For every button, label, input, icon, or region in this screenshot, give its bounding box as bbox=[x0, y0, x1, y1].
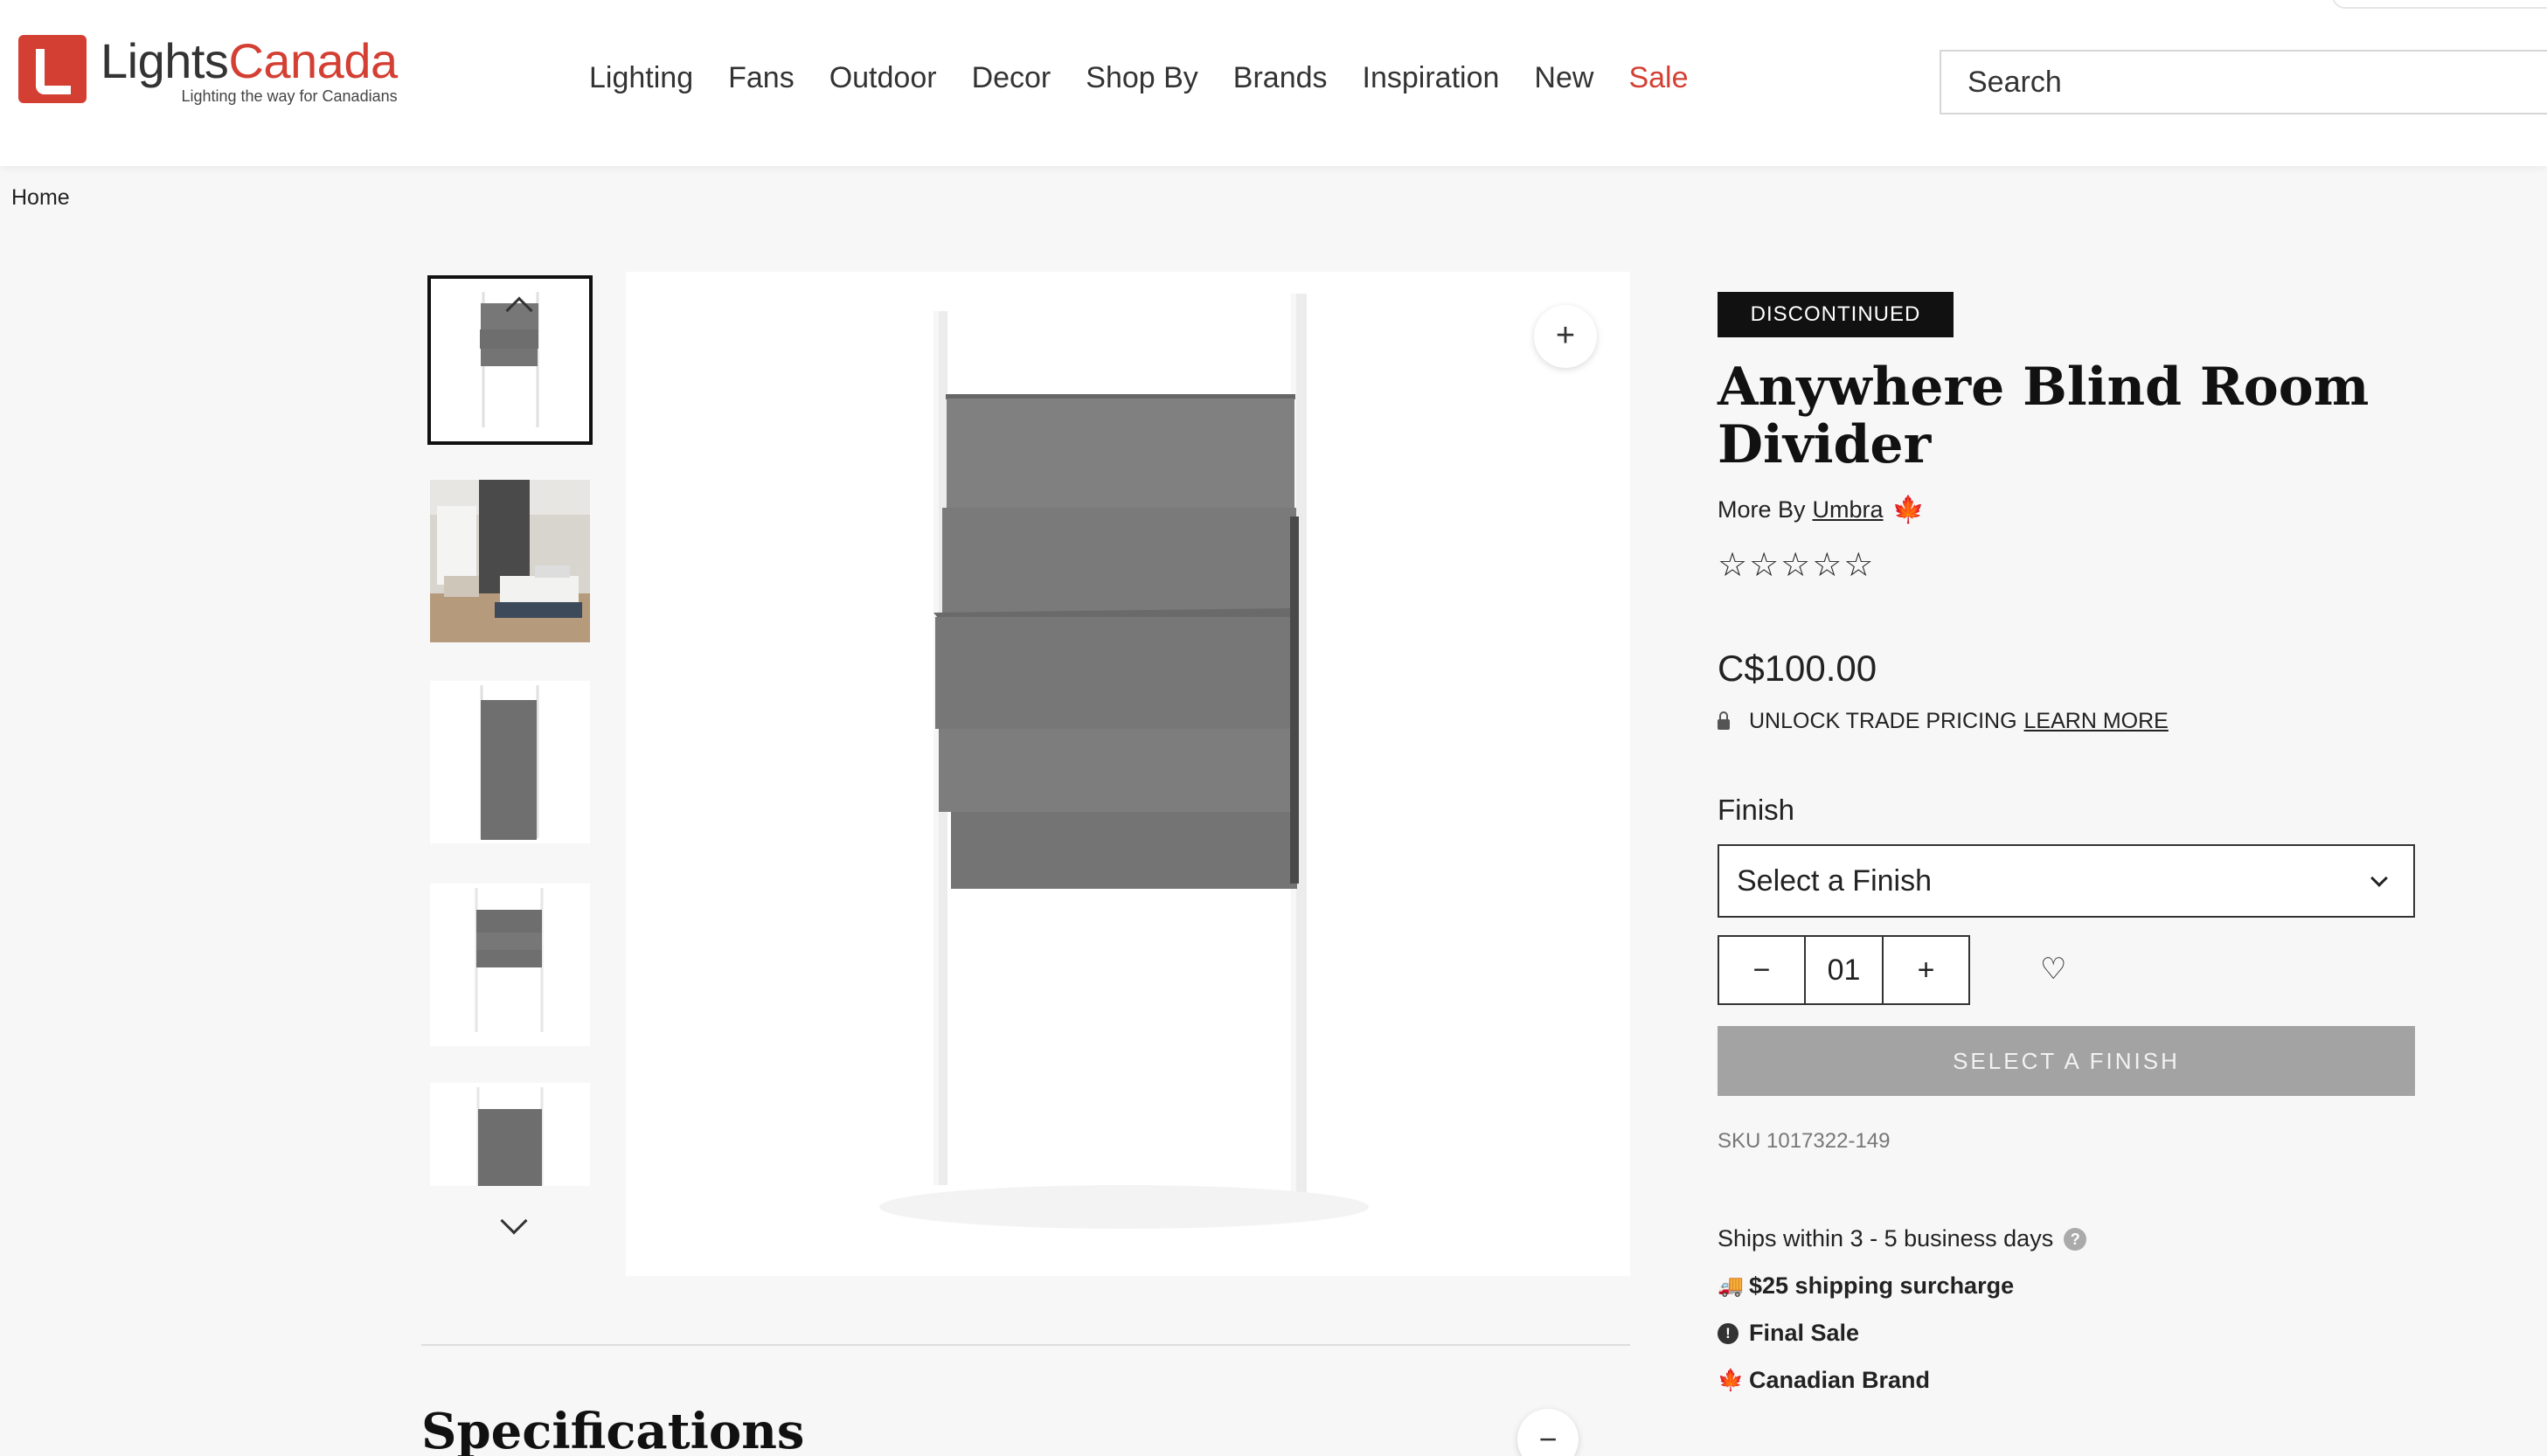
thumbnail-4[interactable] bbox=[430, 884, 590, 1046]
product-price: C$100.00 bbox=[1718, 648, 1877, 689]
nav-item-sale[interactable]: Sale bbox=[1628, 61, 1688, 95]
brand-line: More By Umbra 🍁 bbox=[1718, 495, 1925, 525]
maple-leaf-icon: 🍁 bbox=[1891, 496, 1925, 524]
shipping-time-text: Ships within 3 - 5 business days bbox=[1718, 1225, 2054, 1251]
thumbnail-2-image bbox=[430, 480, 590, 642]
specifications-heading: Specifications bbox=[421, 1403, 805, 1456]
shipping-surcharge: 🚚 $25 shipping surcharge bbox=[1718, 1272, 2014, 1300]
main-product-image[interactable] bbox=[626, 272, 1630, 1276]
thumbnail-3-image bbox=[430, 681, 590, 843]
final-sale-notice: ! Final Sale bbox=[1718, 1320, 1859, 1347]
shipping-time: Ships within 3 - 5 business days ? bbox=[1718, 1225, 2087, 1252]
zoom-button[interactable]: + bbox=[1534, 305, 1597, 368]
main-nav: Lighting Fans Outdoor Decor Shop By Bran… bbox=[589, 61, 1689, 95]
quantity-increase-button[interactable]: + bbox=[1884, 937, 1968, 1003]
truck-icon: 🚚 bbox=[1718, 1274, 1744, 1298]
lock-icon bbox=[1718, 711, 1730, 730]
shipping-surcharge-text: $25 shipping surcharge bbox=[1749, 1272, 2015, 1299]
wishlist-heart-icon[interactable]: ♡ bbox=[2040, 954, 2070, 984]
nav-item-brands[interactable]: Brands bbox=[1233, 61, 1328, 95]
nav-item-new[interactable]: New bbox=[1534, 61, 1593, 95]
status-badge: DISCONTINUED bbox=[1718, 292, 1954, 337]
chevron-down-icon bbox=[2370, 870, 2388, 887]
quantity-input[interactable]: 01 bbox=[1804, 937, 1884, 1003]
logo-name-part1: Lights bbox=[101, 33, 229, 88]
nav-item-inspiration[interactable]: Inspiration bbox=[1363, 61, 1500, 95]
nav-item-outdoor[interactable]: Outdoor bbox=[829, 61, 937, 95]
rating-stars[interactable]: ☆☆☆☆☆ bbox=[1718, 545, 1875, 585]
logo-name: LightsCanada bbox=[101, 35, 398, 87]
nav-item-fans[interactable]: Fans bbox=[728, 61, 795, 95]
product-sku: SKU 1017322-149 bbox=[1718, 1129, 1891, 1153]
help-icon[interactable]: ? bbox=[2064, 1227, 2087, 1251]
thumbnail-1[interactable] bbox=[427, 275, 593, 445]
finish-select-value: Select a Finish bbox=[1737, 864, 1932, 898]
product-title: Anywhere Blind Room Divider bbox=[1718, 357, 2370, 475]
search-input[interactable]: Search bbox=[1940, 50, 2547, 114]
canadian-brand-notice: 🍁 Canadian Brand bbox=[1718, 1367, 1930, 1394]
breadcrumb-home[interactable]: Home bbox=[11, 185, 70, 211]
trade-pricing-line: UNLOCK TRADE PRICING LEARN MORE bbox=[1718, 709, 2169, 734]
logo-mark-icon bbox=[18, 35, 87, 103]
quantity-decrease-button[interactable]: − bbox=[1719, 937, 1804, 1003]
thumbnail-scroll-down-icon[interactable] bbox=[500, 1207, 528, 1235]
more-by-label: More By bbox=[1718, 496, 1806, 523]
browser-edge bbox=[2332, 0, 2547, 9]
thumbnail-5[interactable] bbox=[430, 1083, 590, 1186]
specifications-collapse-button[interactable]: − bbox=[1517, 1409, 1579, 1456]
logo-text: LightsCanada Lighting the way for Canadi… bbox=[101, 35, 398, 106]
alert-icon: ! bbox=[1718, 1322, 1738, 1344]
learn-more-link[interactable]: LEARN MORE bbox=[2024, 709, 2169, 734]
nav-item-lighting[interactable]: Lighting bbox=[589, 61, 693, 95]
finish-select[interactable]: Select a Finish bbox=[1718, 844, 2415, 918]
quantity-stepper: − 01 + bbox=[1718, 935, 1970, 1005]
brand-link[interactable]: Umbra bbox=[1813, 496, 1884, 523]
site-logo[interactable]: LightsCanada Lighting the way for Canadi… bbox=[18, 35, 398, 106]
trade-pricing-label: UNLOCK TRADE PRICING bbox=[1749, 709, 2017, 733]
section-divider bbox=[421, 1344, 1630, 1346]
thumbnail-2[interactable] bbox=[430, 480, 590, 642]
thumbnail-5-image bbox=[430, 1083, 590, 1186]
final-sale-text: Final Sale bbox=[1749, 1320, 1860, 1346]
product-photo bbox=[626, 272, 1630, 1276]
thumbnail-3[interactable] bbox=[430, 681, 590, 843]
thumbnail-4-image bbox=[430, 884, 590, 1046]
site-header: LightsCanada Lighting the way for Canadi… bbox=[0, 0, 2547, 166]
canadian-brand-text: Canadian Brand bbox=[1749, 1367, 1931, 1393]
thumbnail-1-image bbox=[431, 279, 589, 441]
logo-name-part2: Canada bbox=[228, 33, 398, 88]
nav-item-decor[interactable]: Decor bbox=[972, 61, 1051, 95]
finish-label: Finish bbox=[1718, 794, 1795, 826]
add-to-cart-button[interactable]: SELECT A FINISH bbox=[1718, 1026, 2415, 1096]
maple-leaf-small-icon: 🍁 bbox=[1718, 1369, 1744, 1392]
logo-tagline: Lighting the way for Canadians bbox=[181, 87, 398, 105]
nav-item-shop-by[interactable]: Shop By bbox=[1086, 61, 1198, 95]
